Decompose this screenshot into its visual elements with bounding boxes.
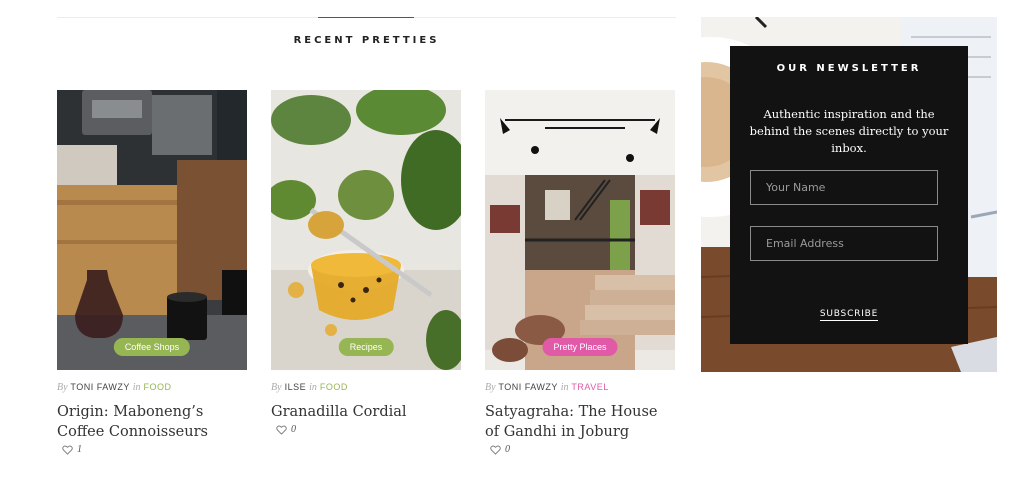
- category-link[interactable]: FOOD: [144, 382, 172, 392]
- heart-outline-icon: [62, 445, 73, 455]
- likes-counter[interactable]: 1: [62, 444, 247, 455]
- section-divider-accent: [318, 17, 414, 18]
- heart-outline-icon: [490, 445, 501, 455]
- author-link[interactable]: TONI FAWZY: [498, 382, 557, 392]
- post-title[interactable]: Origin: Maboneng’s Coffee Connoisseurs: [57, 402, 247, 442]
- category-pill[interactable]: Recipes: [338, 338, 394, 356]
- likes-counter[interactable]: 0: [490, 444, 675, 455]
- post-card: Coffee Shops By TONI FAWZY in FOOD Origi…: [57, 90, 247, 455]
- author-link[interactable]: TONI FAWZY: [70, 382, 129, 392]
- author-link[interactable]: ILSE: [285, 382, 307, 392]
- category-pill[interactable]: Coffee Shops: [113, 338, 191, 356]
- post-image-gandhi-house[interactable]: Pretty Places: [485, 90, 675, 370]
- newsletter-box: OUR NEWSLETTER Authentic inspiration and…: [730, 46, 968, 344]
- name-field[interactable]: [750, 170, 938, 205]
- heart-outline-icon: [276, 425, 287, 435]
- post-meta: By TONI FAWZY in TRAVEL: [485, 382, 609, 393]
- category-pill[interactable]: Pretty Places: [542, 338, 618, 356]
- category-link[interactable]: TRAVEL: [571, 382, 608, 392]
- post-meta: By TONI FAWZY in FOOD: [57, 382, 172, 393]
- likes-counter[interactable]: 0: [276, 424, 461, 435]
- section-title: RECENT PRETTIES: [293, 35, 440, 46]
- coffee-photo: [57, 90, 247, 370]
- granadilla-photo: [271, 90, 461, 370]
- post-image-granadilla[interactable]: Recipes: [271, 90, 461, 370]
- subscribe-button[interactable]: SUBSCRIBE: [819, 309, 879, 321]
- newsletter-title: OUR NEWSLETTER: [776, 63, 922, 74]
- category-link[interactable]: FOOD: [320, 382, 348, 392]
- post-card: Recipes By ILSE in FOOD Granadilla Cordi…: [271, 90, 461, 435]
- email-field[interactable]: [750, 226, 938, 261]
- post-title[interactable]: Granadilla Cordial: [271, 402, 461, 422]
- post-title[interactable]: Satyagraha: The House of Gandhi in Jobur…: [485, 402, 675, 442]
- subscribe-container: SUBSCRIBE: [730, 303, 968, 321]
- post-meta: By ILSE in FOOD: [271, 382, 348, 393]
- gandhi-house-photo: [485, 90, 675, 370]
- post-image-coffee[interactable]: Coffee Shops: [57, 90, 247, 370]
- newsletter-description: Authentic inspiration and the behind the…: [749, 107, 949, 155]
- post-card: Pretty Places By TONI FAWZY in TRAVEL Sa…: [485, 90, 675, 455]
